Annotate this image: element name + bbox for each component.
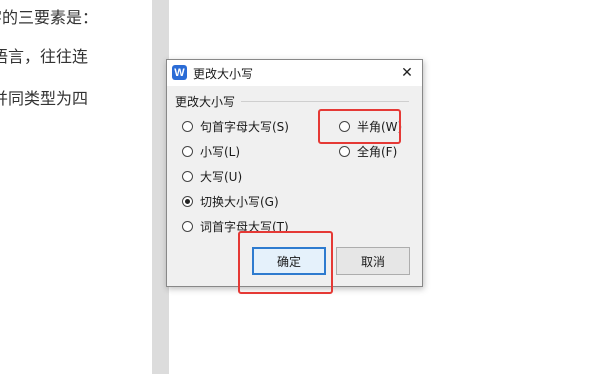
option-label: 大写(U) bbox=[200, 169, 243, 184]
group-title: 更改大小写 bbox=[175, 95, 236, 109]
radio-sentence-case[interactable] bbox=[182, 120, 193, 132]
document-page: 字的三要素是： 语言，往往连 并同类型为四 bbox=[0, 0, 152, 374]
document-text-line: 语言，往往连 bbox=[0, 47, 89, 66]
option-sentence-case[interactable]: 句首字母大写(S) bbox=[182, 117, 289, 135]
document-text-line: 字的三要素是： bbox=[0, 8, 99, 27]
highlight-box-half-width bbox=[318, 109, 401, 144]
highlight-box-ok-button bbox=[238, 231, 333, 294]
group-divider bbox=[241, 101, 409, 102]
radio-title-case[interactable] bbox=[182, 220, 193, 232]
wps-writer-icon-glyph: W bbox=[174, 66, 185, 79]
radio-full-width[interactable] bbox=[339, 145, 350, 157]
option-lowercase[interactable]: 小写(L) bbox=[182, 142, 240, 160]
option-label: 句首字母大写(S) bbox=[200, 119, 289, 134]
radio-uppercase[interactable] bbox=[182, 170, 193, 182]
option-full-width[interactable]: 全角(F) bbox=[339, 142, 397, 160]
close-icon[interactable]: ✕ bbox=[401, 65, 413, 81]
wps-writer-icon: W bbox=[172, 65, 187, 80]
option-label: 小写(L) bbox=[200, 144, 241, 159]
cancel-button[interactable]: 取消 bbox=[336, 247, 410, 275]
document-text-line: 并同类型为四 bbox=[0, 89, 89, 108]
option-uppercase[interactable]: 大写(U) bbox=[182, 167, 242, 185]
close-button[interactable]: ✕ bbox=[397, 63, 417, 83]
option-toggle-case[interactable]: 切换大小写(G) bbox=[182, 192, 279, 210]
dialog-titlebar: W 更改大小写 ✕ bbox=[167, 60, 422, 86]
option-label: 全角(F) bbox=[357, 144, 398, 159]
radio-lowercase[interactable] bbox=[182, 145, 193, 157]
radio-toggle-case[interactable] bbox=[182, 195, 193, 207]
dialog-title: 更改大小写 bbox=[193, 67, 254, 81]
option-label: 切换大小写(G) bbox=[200, 194, 279, 209]
